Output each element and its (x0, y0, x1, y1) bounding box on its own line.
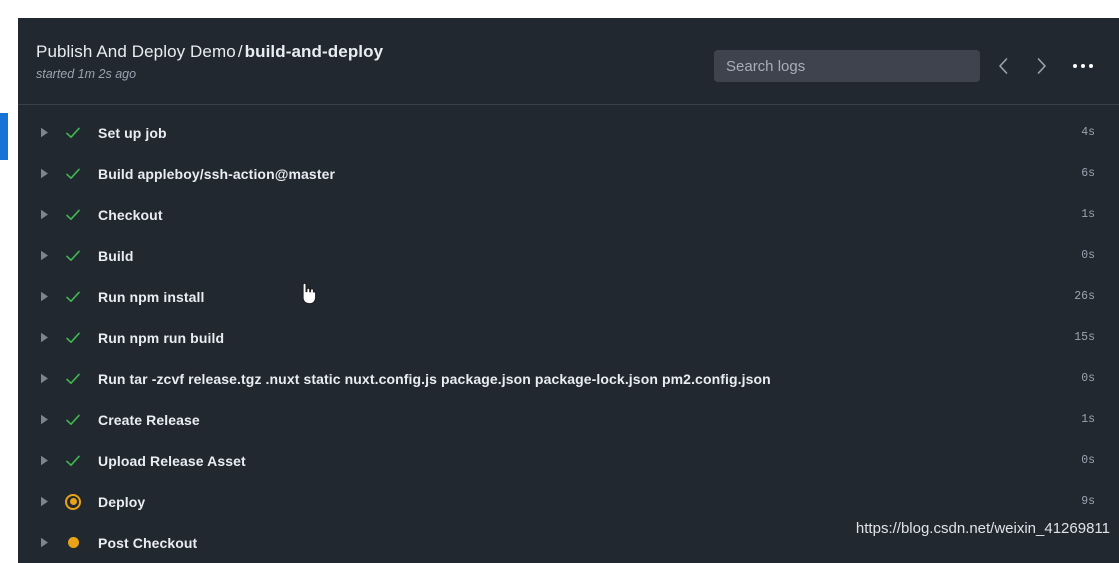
status-success-icon (64, 124, 82, 142)
status-success-icon (64, 165, 82, 183)
step-duration: 15s (1074, 331, 1095, 344)
status-success-icon (64, 247, 82, 265)
header-titles: Publish And Deploy Demo / build-and-deploy… (36, 42, 383, 81)
expand-step-toggle[interactable] (36, 209, 52, 220)
triangle-right-icon (40, 209, 49, 220)
step-row[interactable]: Run npm run build 15s (18, 317, 1119, 358)
step-row[interactable]: Checkout 1s (18, 194, 1119, 235)
triangle-right-icon (40, 250, 49, 261)
next-step-button[interactable] (1026, 50, 1056, 82)
expand-step-toggle[interactable] (36, 537, 52, 548)
status-success-icon (64, 288, 82, 306)
job-started-time: started 1m 2s ago (36, 67, 137, 81)
active-job-accent-bar (0, 113, 8, 160)
step-duration: 26s (1074, 290, 1095, 303)
status-success-icon (64, 452, 82, 470)
step-duration: 4s (1081, 126, 1095, 139)
step-row[interactable]: Run npm install 26s (18, 276, 1119, 317)
status-success-icon (64, 370, 82, 388)
expand-step-toggle[interactable] (36, 455, 52, 466)
step-duration: 9s (1081, 495, 1095, 508)
step-name: Build (98, 247, 134, 264)
step-list: Set up job 4s Build appleboy/ssh-action@ma… (18, 105, 1119, 563)
triangle-right-icon (40, 496, 49, 507)
chevron-right-icon (1035, 57, 1048, 75)
step-name: Checkout (98, 206, 163, 223)
step-row[interactable]: Deploy 9s (18, 481, 1119, 522)
step-row[interactable]: Upload Release Asset 0s (18, 440, 1119, 481)
step-row[interactable]: Build 0s (18, 235, 1119, 276)
expand-step-toggle[interactable] (36, 127, 52, 138)
breadcrumb-separator: / (237, 42, 243, 61)
kebab-menu-icon (1081, 64, 1085, 68)
step-row[interactable]: Set up job 4s (18, 112, 1119, 153)
triangle-right-icon (40, 373, 49, 384)
more-options-button[interactable] (1066, 50, 1100, 82)
status-in-progress-icon (64, 493, 82, 511)
step-name: Run tar -zcvf release.tgz .nuxt static n… (98, 370, 771, 387)
status-success-icon (64, 329, 82, 347)
expand-step-toggle[interactable] (36, 414, 52, 425)
triangle-right-icon (40, 332, 49, 343)
log-panel: Publish And Deploy Demo / build-and-deploy… (18, 18, 1119, 563)
expand-step-toggle[interactable] (36, 168, 52, 179)
workflow-log-page: Publish And Deploy Demo / build-and-deploy… (0, 0, 1119, 563)
step-duration: 0s (1081, 372, 1095, 385)
step-name: Run npm install (98, 288, 205, 305)
status-success-icon (64, 411, 82, 429)
triangle-right-icon (40, 537, 49, 548)
log-panel-header: Publish And Deploy Demo / build-and-deploy… (18, 18, 1119, 105)
triangle-right-icon (40, 455, 49, 466)
step-row[interactable]: Build appleboy/ssh-action@master 6s (18, 153, 1119, 194)
triangle-right-icon (40, 414, 49, 425)
triangle-right-icon (40, 291, 49, 302)
step-name: Upload Release Asset (98, 452, 246, 469)
expand-step-toggle[interactable] (36, 291, 52, 302)
kebab-menu-icon (1089, 64, 1093, 68)
step-name: Run npm run build (98, 329, 225, 346)
step-duration: 1s (1081, 413, 1095, 426)
step-name: Build appleboy/ssh-action@master (98, 165, 336, 182)
header-actions (714, 50, 1100, 82)
breadcrumb: Publish And Deploy Demo / build-and-deploy (36, 42, 383, 62)
breadcrumb-job-name: build-and-deploy (244, 42, 384, 61)
step-duration: 1s (1081, 208, 1095, 221)
step-name: Post Checkout (98, 534, 198, 551)
step-name: Create Release (98, 411, 200, 428)
step-duration: 0s (1081, 249, 1095, 262)
expand-step-toggle[interactable] (36, 332, 52, 343)
breadcrumb-workflow-name[interactable]: Publish And Deploy Demo (36, 42, 236, 61)
expand-step-toggle[interactable] (36, 373, 52, 384)
watermark-url: https://blog.csdn.net/weixin_41269811 (855, 520, 1110, 537)
step-name: Deploy (98, 493, 146, 510)
expand-step-toggle[interactable] (36, 250, 52, 261)
expand-step-toggle[interactable] (36, 496, 52, 507)
step-name: Set up job (98, 124, 167, 141)
chevron-left-icon (997, 57, 1010, 75)
step-duration: 6s (1081, 167, 1095, 180)
step-row[interactable]: Create Release 1s (18, 399, 1119, 440)
triangle-right-icon (40, 127, 49, 138)
triangle-right-icon (40, 168, 49, 179)
step-duration: 0s (1081, 454, 1095, 467)
status-pending-icon (64, 534, 82, 552)
kebab-menu-icon (1073, 64, 1077, 68)
step-row[interactable]: Run tar -zcvf release.tgz .nuxt static n… (18, 358, 1119, 399)
previous-step-button[interactable] (988, 50, 1018, 82)
search-input[interactable] (714, 50, 980, 82)
status-success-icon (64, 206, 82, 224)
